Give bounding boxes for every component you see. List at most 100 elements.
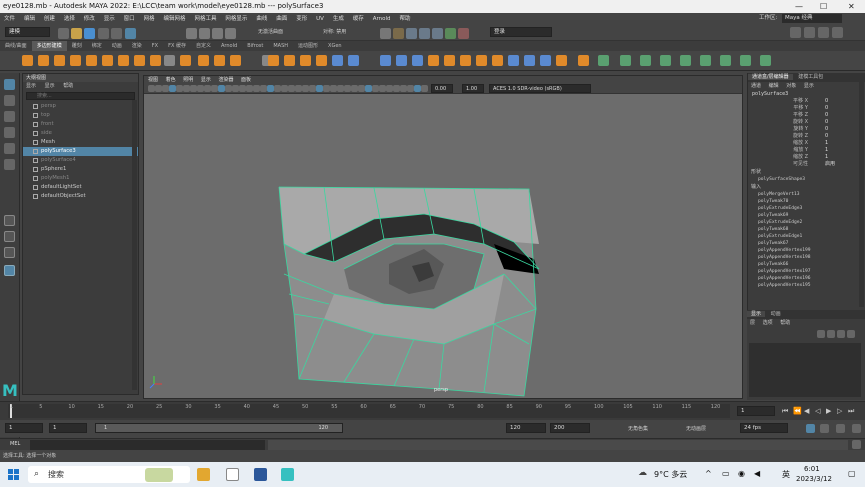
- channel-attr-value[interactable]: 0: [825, 119, 828, 126]
- vp-menu-lighting[interactable]: 照明: [183, 77, 193, 83]
- viewport-tool-icon[interactable]: [330, 85, 337, 92]
- viewport-tool-icon[interactable]: [372, 85, 379, 92]
- outliner-item[interactable]: top: [23, 111, 138, 120]
- rotate-tool-icon[interactable]: [4, 143, 15, 154]
- menu-select[interactable]: 选择: [64, 16, 75, 22]
- viewport-tool-icon[interactable]: [323, 85, 330, 92]
- move-tool-icon[interactable]: [4, 127, 15, 138]
- undo-icon[interactable]: [98, 28, 109, 39]
- menu-mesh[interactable]: 网格: [144, 16, 155, 22]
- render-current-icon[interactable]: [406, 28, 417, 39]
- shelf-tool-icon[interactable]: [316, 55, 327, 66]
- clock-time[interactable]: 6:01: [804, 465, 820, 473]
- timeline-track[interactable]: [8, 404, 730, 418]
- shelf-tool-icon[interactable]: [332, 55, 343, 66]
- shelf-tool-icon[interactable]: [428, 55, 439, 66]
- anim-layer-dropdown[interactable]: 无动画层: [686, 425, 706, 432]
- viewport-tool-icon[interactable]: [400, 85, 407, 92]
- viewport-tool-icon[interactable]: [295, 85, 302, 92]
- channel-attr-value[interactable]: 1: [825, 140, 828, 147]
- single-view-icon[interactable]: [4, 215, 15, 226]
- viewport-tool-icon[interactable]: [190, 85, 197, 92]
- layer-list[interactable]: [749, 343, 861, 397]
- input-node[interactable]: polyTweak68: [748, 226, 865, 233]
- input-node[interactable]: polyTweak70: [748, 198, 865, 205]
- select-tool-icon[interactable]: [4, 79, 15, 90]
- new-layer-icon[interactable]: [837, 330, 845, 338]
- menu-set-dropdown[interactable]: 建模: [5, 27, 50, 37]
- channel-attr-row[interactable]: 旋转 Z 0: [748, 133, 865, 140]
- shelf-tool-icon[interactable]: [38, 55, 49, 66]
- snap-grid-icon[interactable]: [186, 28, 197, 39]
- step-forward-frame-icon[interactable]: ▷: [837, 407, 842, 415]
- viewport-tool-icon[interactable]: [260, 85, 267, 92]
- persp-outliner-icon[interactable]: [4, 247, 15, 258]
- shelf-tool-icon[interactable]: [680, 55, 691, 66]
- shelf-tab[interactable]: FX 缓存: [163, 41, 191, 51]
- shelf-tool-icon[interactable]: [412, 55, 423, 66]
- outliner-item[interactable]: Mesh: [23, 138, 138, 147]
- scene-end-field[interactable]: 200: [550, 423, 590, 433]
- channel-menu-show[interactable]: 显示: [804, 83, 814, 89]
- four-view-icon[interactable]: [4, 231, 15, 242]
- menu-help[interactable]: 帮助: [399, 16, 410, 22]
- playback-start-field[interactable]: 1: [49, 423, 87, 433]
- viewport-tool-icon[interactable]: [365, 85, 372, 92]
- menu-mesh-tools[interactable]: 网格工具: [194, 16, 216, 22]
- loop-icon[interactable]: [820, 424, 829, 433]
- input-node[interactable]: polyExtrudeEdge3: [748, 205, 865, 212]
- menu-uv[interactable]: UV: [316, 16, 324, 22]
- mel-input[interactable]: [30, 440, 265, 450]
- shelf-tool-icon[interactable]: [524, 55, 535, 66]
- menu-file[interactable]: 文件: [4, 16, 15, 22]
- shelf-tool-icon[interactable]: [70, 55, 81, 66]
- viewport-tool-icon[interactable]: [267, 85, 274, 92]
- layer-menu-layers[interactable]: 层: [750, 320, 755, 326]
- shelf-tab[interactable]: Bifrost: [242, 41, 268, 51]
- viewport-tool-icon[interactable]: [309, 85, 316, 92]
- shelf-tool-icon[interactable]: [380, 55, 391, 66]
- shelf-tool-icon[interactable]: [508, 55, 519, 66]
- menu-windows[interactable]: 窗口: [124, 16, 135, 22]
- viewport-tool-icon[interactable]: [386, 85, 393, 92]
- viewport-tool-icon[interactable]: [344, 85, 351, 92]
- shelf-tool-icon[interactable]: [86, 55, 97, 66]
- channel-attr-row[interactable]: 缩放 Z 1: [748, 154, 865, 161]
- battery-icon[interactable]: ▭: [722, 469, 730, 478]
- channel-attr-value[interactable]: 0: [825, 126, 828, 133]
- shelf-tab[interactable]: 多边形建模: [31, 41, 67, 51]
- character-set-dropdown[interactable]: 无角色集: [628, 425, 648, 432]
- snap-view-icon[interactable]: [225, 28, 236, 39]
- scene-start-field[interactable]: 1: [5, 423, 43, 433]
- shelf-tab[interactable]: FX: [147, 41, 163, 51]
- channel-attr-row[interactable]: 旋转 Y 0: [748, 126, 865, 133]
- viewport-tool-icon[interactable]: [253, 85, 260, 92]
- shelf-tool-icon[interactable]: [22, 55, 33, 66]
- shelf-tab[interactable]: 雕刻: [67, 41, 87, 51]
- word-icon[interactable]: [254, 468, 267, 481]
- shelf-tool-icon[interactable]: [164, 55, 175, 66]
- viewport-tool-icon[interactable]: [302, 85, 309, 92]
- shelf-tab[interactable]: 动画: [107, 41, 127, 51]
- shelf-tool-icon[interactable]: [640, 55, 651, 66]
- channel-attr-value[interactable]: 0: [825, 112, 828, 119]
- viewport-tool-icon[interactable]: [421, 85, 428, 92]
- viewport-tool-icon[interactable]: [225, 85, 232, 92]
- redo-icon[interactable]: [111, 28, 122, 39]
- viewport-tool-icon[interactable]: [183, 85, 190, 92]
- channel-attr-row[interactable]: 可见性 启用: [748, 161, 865, 168]
- input-node[interactable]: polyTweak66: [748, 261, 865, 268]
- outliner-menu-show[interactable]: 显示: [45, 83, 55, 89]
- no-live-surface[interactable]: 无激活曲面: [258, 28, 283, 37]
- vp-menu-view[interactable]: 视图: [148, 77, 158, 83]
- viewport-tool-icon[interactable]: [239, 85, 246, 92]
- channel-attr-value[interactable]: 1: [825, 147, 828, 154]
- input-node[interactable]: polyAppendVertex196: [748, 275, 865, 282]
- channel-box-icon[interactable]: [832, 27, 843, 38]
- outliner-item[interactable]: polySurface3: [23, 147, 138, 156]
- shelf-tool-icon[interactable]: [740, 55, 751, 66]
- shelf-tool-icon[interactable]: [118, 55, 129, 66]
- clock-date[interactable]: 2023/3/12: [796, 475, 832, 483]
- shelf-tool-icon[interactable]: [54, 55, 65, 66]
- viewport-tool-icon[interactable]: [281, 85, 288, 92]
